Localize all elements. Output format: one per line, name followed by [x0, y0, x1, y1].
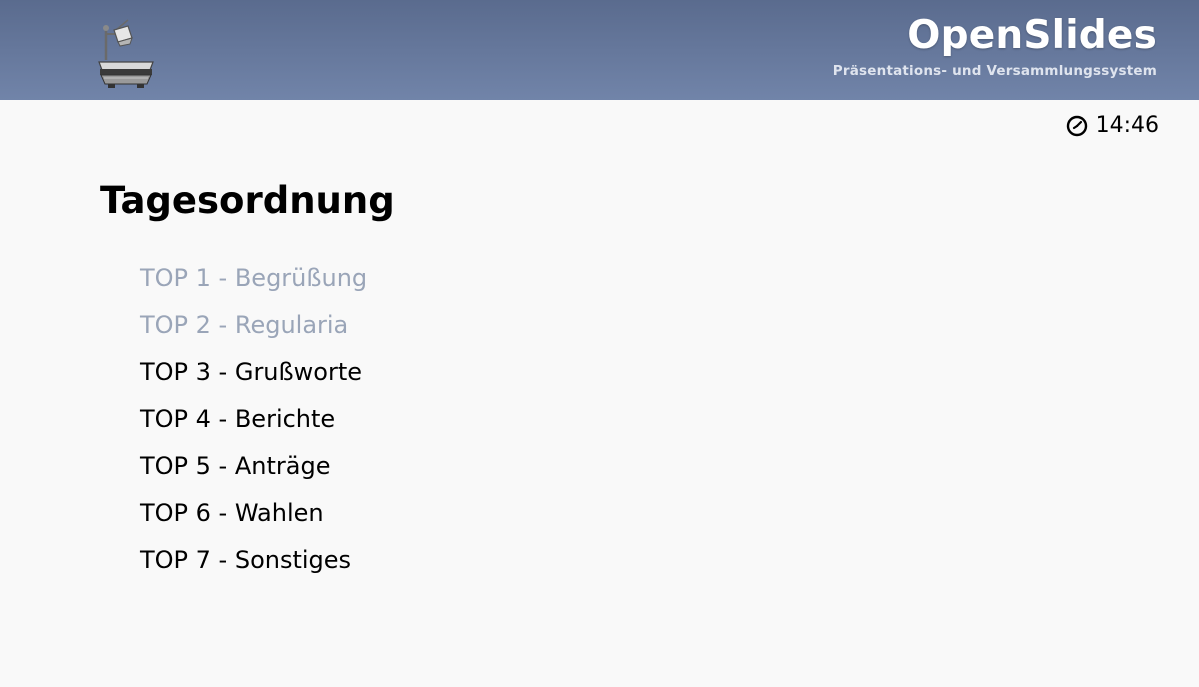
agenda-item: TOP 1 - Begrüßung	[140, 264, 368, 292]
agenda-item: TOP 7 - Sonstiges	[140, 546, 352, 574]
agenda-item: TOP 6 - Wahlen	[140, 499, 324, 527]
clock: 14:46	[1066, 112, 1159, 140]
overhead-projector-icon	[98, 19, 154, 88]
agenda-item: TOP 5 - Anträge	[140, 452, 331, 480]
agenda-item: TOP 4 - Berichte	[140, 405, 336, 433]
clock-time: 14:46	[1095, 113, 1159, 138]
clock-icon	[1066, 115, 1087, 137]
agenda-list: TOP 1 - Begrüßung TOP 2 - Regularia TOP 3 …	[140, 255, 367, 584]
brand-subtitle: Präsentations- und Versammlungssystem	[832, 63, 1157, 79]
agenda-item: TOP 2 - Regularia	[140, 311, 349, 339]
brand-title: OpenSlides	[907, 13, 1157, 58]
header-bar: OpenSlides Präsentations- und Versammlun…	[0, 0, 1199, 100]
agenda-item: TOP 3 - Grußworte	[140, 358, 362, 386]
slide-title: Tagesordnung	[100, 179, 395, 222]
